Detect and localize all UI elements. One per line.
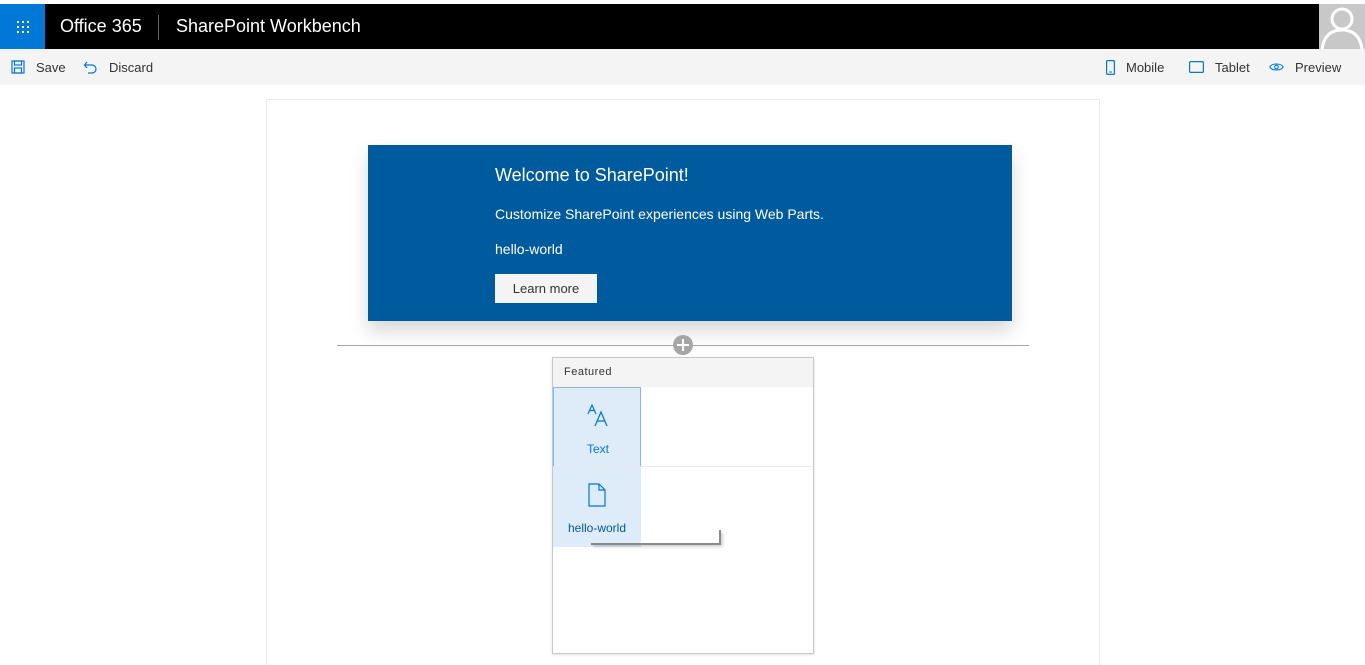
mobile-label: Mobile	[1126, 59, 1165, 75]
add-webpart-plus-icon[interactable]	[673, 335, 693, 355]
phone-icon	[1106, 59, 1115, 75]
mobile-view-button[interactable]: Mobile	[1106, 49, 1164, 85]
person-icon	[1320, 7, 1364, 49]
discard-label: Discard	[109, 59, 154, 75]
suite-bar: Office 365 SharePoint Workbench	[0, 4, 1365, 49]
hello-world-webpart[interactable]: Welcome to SharePoint! Customize SharePo…	[368, 145, 1012, 321]
webpart-title: Welcome to SharePoint!	[495, 165, 689, 185]
waffle-icon	[17, 21, 29, 33]
save-button[interactable]: Save	[11, 49, 66, 85]
suite-bar-divider	[158, 15, 159, 40]
learn-more-button[interactable]: Learn more	[495, 274, 597, 303]
brand-name[interactable]: Office 365	[60, 4, 142, 49]
save-icon	[11, 60, 25, 74]
webpart-toolbox: Featured Text hello-world	[552, 357, 814, 654]
webpart-subtitle: Customize SharePoint experiences using W…	[495, 206, 824, 222]
toolbox-category-header: Featured	[553, 358, 813, 387]
preview-button[interactable]: Preview	[1269, 49, 1341, 85]
discard-button[interactable]: Discard	[83, 49, 153, 85]
undo-icon	[83, 61, 97, 74]
tablet-label: Tablet	[1215, 59, 1250, 75]
command-bar: Save Discard Mobile Tablet Preview	[0, 49, 1365, 85]
toolbox-item-text[interactable]: Text	[553, 387, 641, 467]
app-launcher-button[interactable]	[0, 4, 45, 49]
app-title[interactable]: SharePoint Workbench	[176, 4, 361, 49]
preview-label: Preview	[1295, 59, 1342, 75]
webpart-description: hello-world	[495, 241, 563, 257]
eye-icon	[1269, 63, 1284, 71]
tablet-icon	[1189, 61, 1204, 73]
tablet-view-button[interactable]: Tablet	[1189, 49, 1250, 85]
font-size-icon	[587, 404, 608, 427]
save-label: Save	[36, 59, 66, 75]
toolbox-item-label: Text	[586, 442, 609, 456]
drag-shadow	[591, 530, 721, 545]
user-avatar[interactable]	[1319, 4, 1365, 49]
page-icon	[588, 483, 606, 507]
